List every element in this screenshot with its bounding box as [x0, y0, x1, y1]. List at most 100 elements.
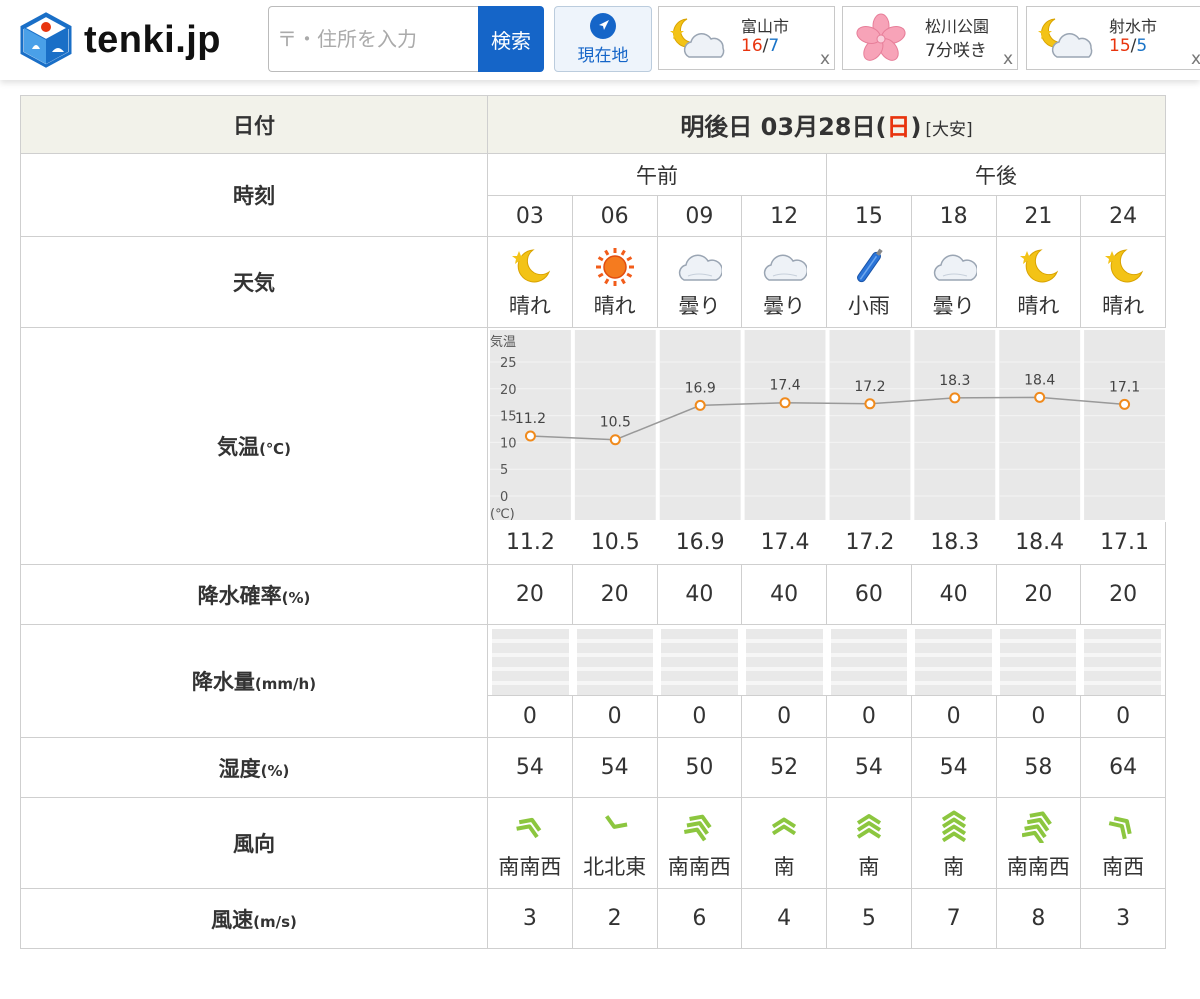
- moon-cloud-icon: [1038, 18, 1093, 58]
- site-logo[interactable]: tenki.jp: [18, 12, 221, 68]
- y-tick-label: 10: [500, 436, 517, 451]
- wind-direction-cell: 南: [910, 797, 997, 889]
- favorite-toyama[interactable]: 富山市 16/7 x: [658, 6, 835, 70]
- moon-icon: [997, 246, 1081, 288]
- favorite-imizu[interactable]: 射水市 15/5 x: [1026, 6, 1200, 70]
- precip-prob-cell: 40: [656, 564, 743, 625]
- hour-cell: 18: [910, 195, 997, 237]
- date-prefix: 明後日 03月28日(: [680, 113, 887, 141]
- hour-cell: 03: [487, 195, 573, 237]
- chart-column-bg: [1084, 330, 1165, 520]
- weather-text: 晴れ: [1102, 294, 1145, 318]
- wind-direction-text: 南: [773, 855, 795, 879]
- wind-arrow-icon: [912, 807, 996, 843]
- wind-speed-cell: 5: [826, 888, 912, 949]
- search-button[interactable]: 検索: [478, 6, 544, 72]
- wind-direction-label: 風向: [20, 797, 488, 889]
- precip-amount-bar: [492, 629, 569, 695]
- precip-amount-value: 0: [741, 696, 826, 737]
- search-input[interactable]: [268, 6, 480, 72]
- precip-amount-unit: (mm/h): [254, 675, 317, 693]
- precip-amount-value: 0: [995, 696, 1081, 737]
- location-arrow-icon: [590, 13, 616, 39]
- precip-amount-label-text: 降水量: [191, 670, 255, 694]
- wind-arrow-icon: [1081, 807, 1165, 843]
- weekday: 日: [886, 113, 911, 141]
- date-row: 日付 明後日 03月28日(日) [大安]: [20, 95, 1166, 154]
- wind-arrow-icon: [658, 807, 742, 843]
- site-header: tenki.jp 検索 現在地 富山市 16/7 x: [0, 0, 1200, 80]
- moon-icon: [488, 246, 572, 288]
- weather-text: 曇り: [763, 294, 806, 318]
- hourly-forecast-table: 日付 明後日 03月28日(日) [大安] 時刻 午前 午後 03 06 09 12 15…: [20, 95, 1167, 949]
- precip-amount-bar: [830, 629, 908, 695]
- chart-column-bg: [829, 330, 911, 520]
- wind-arrow-icon: [488, 807, 572, 843]
- pm-label: 午後: [826, 153, 1166, 196]
- cloud-icon: [912, 246, 996, 288]
- temperature-point: [1119, 398, 1131, 410]
- favorite-temps: 15/5: [1109, 36, 1147, 56]
- wind-speed-cell: 7: [910, 888, 997, 949]
- weather-text: 晴れ: [508, 294, 551, 318]
- wind-direction-cell: 南南西: [995, 797, 1082, 889]
- humidity-label-text: 湿度: [218, 756, 261, 781]
- wind-direction-cell: 南西: [1080, 797, 1166, 889]
- hour-cell: 09: [656, 195, 743, 237]
- sun-icon: [573, 246, 657, 288]
- wind-arrow-icon: [742, 807, 826, 843]
- weather-cell: 晴れ: [1080, 236, 1166, 328]
- temperature-point: [864, 398, 876, 410]
- wind-speed-label-text: 風速: [211, 907, 254, 932]
- cloud-icon: [658, 246, 742, 288]
- temperature-point: [1034, 391, 1046, 403]
- wind-direction-text: 北北東: [583, 855, 647, 879]
- hour-cell: 21: [995, 195, 1082, 237]
- temperature-value: 10.5: [590, 530, 640, 555]
- low-temp: 7: [768, 36, 780, 56]
- temperature-values: 11.2 10.5 16.9 17.4 17.2 18.3 18.4 17.1: [488, 522, 1167, 564]
- precip-amount-bar: [1084, 629, 1161, 695]
- precip-amount-bar: [661, 629, 738, 695]
- weather-cell: 曇り: [741, 236, 827, 328]
- chart-column-bg: [744, 330, 826, 520]
- wind-speed-cell: 4: [741, 888, 827, 949]
- favorite-name: 射水市: [1109, 17, 1158, 36]
- current-location-button[interactable]: 現在地: [554, 6, 652, 72]
- humidity-cell: 54: [571, 737, 658, 798]
- favorite-close-button[interactable]: x: [820, 49, 830, 69]
- temperature-chart: 気温2520151050(℃)11.2 10.516.9 17.4 17.2 18.3 1…: [488, 328, 1167, 522]
- temperature-data-label: 18.4: [1024, 372, 1055, 388]
- precip-prob-cell: 60: [826, 564, 912, 625]
- wind-speed-cell: 6: [656, 888, 743, 949]
- precip-prob-cell: 20: [1080, 564, 1166, 625]
- favorite-close-button[interactable]: x: [1191, 49, 1200, 69]
- chart-column-bg: [914, 330, 996, 520]
- humidity-cell: 64: [1080, 737, 1166, 798]
- temperature-chart-cell: 気温 25 20 15 10 5 0 (℃) 11.2 10.5 16.9 17.4 17.2 18.3 1…: [487, 327, 1167, 565]
- am-label: 午前: [487, 153, 827, 196]
- wind-direction-cell: 南南西: [487, 797, 573, 889]
- date-suffix: ): [910, 113, 922, 141]
- humidity-cell: 54: [910, 737, 997, 798]
- temperature-data-label: 10.5: [600, 415, 631, 431]
- moon-cloud-icon: [670, 18, 725, 58]
- weather-cell: 曇り: [910, 236, 997, 328]
- wind-speed-cell: 3: [487, 888, 573, 949]
- wind-direction-text: 南: [943, 855, 965, 879]
- precip-amount-label: 降水量(mm/h): [20, 624, 488, 738]
- precip-amount-bar: [745, 629, 823, 695]
- weather-cell: 曇り: [656, 236, 743, 328]
- favorite-matsukawa-park[interactable]: 松川公園 7分咲き x: [842, 6, 1018, 70]
- y-tick-label: 5: [500, 463, 508, 478]
- time-row-ampm: 時刻 午前 午後: [20, 153, 1166, 237]
- temperature-label: 気温(℃): [20, 327, 488, 565]
- precip-prob-label-text: 降水確率: [197, 583, 282, 608]
- wind-direction-text: 南南西: [667, 855, 731, 879]
- wind-direction-cell: 南: [741, 797, 827, 889]
- forecast-date: 明後日 03月28日(日): [680, 113, 921, 141]
- favorite-close-button[interactable]: x: [1003, 49, 1013, 69]
- wind-direction-cell: 南: [826, 797, 912, 889]
- weather-text: 曇り: [678, 294, 721, 318]
- wind-speed-cell: 8: [995, 888, 1082, 949]
